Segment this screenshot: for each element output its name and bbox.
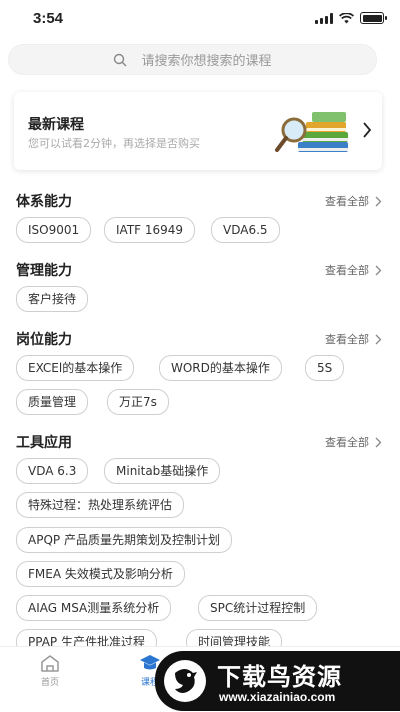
search-placeholder: 请搜索你想搜索的课程 (141, 54, 272, 69)
course-tag[interactable]: 5S (305, 355, 345, 381)
tab-home[interactable]: 首页 (20, 653, 80, 688)
tab-home-label: 首页 (40, 678, 59, 688)
search-icon (114, 53, 127, 66)
watermark-url: www.xiazainiao.com (219, 690, 336, 704)
signal-icon (315, 12, 333, 24)
home-icon (41, 655, 59, 672)
banner-title: 最新课程 (28, 117, 84, 133)
course-tag[interactable]: Minitab基础操作 (104, 458, 221, 484)
course-tag[interactable]: 客户接待 (16, 286, 89, 312)
course-tag[interactable]: FMEA 失效模式及影响分析 (16, 561, 185, 587)
latest-courses-card[interactable]: 最新课程 您可以试看2分钟，再选择是否购买 (14, 92, 382, 170)
search-bar[interactable]: 请搜索你想搜索的课程 (8, 44, 377, 75)
course-tag[interactable]: EXCEl的基本操作 (16, 355, 135, 381)
status-icons (315, 12, 387, 24)
view-all-label: 查看全部 (325, 333, 369, 346)
course-tag[interactable]: ISO9001 (16, 217, 92, 243)
chevron-right-icon (363, 122, 372, 138)
status-bar: 3:54 (0, 0, 400, 36)
wifi-icon (339, 12, 354, 23)
view-all-label: 查看全部 (325, 195, 369, 208)
course-tag[interactable]: 万正7s (107, 389, 169, 415)
section-title-management: 管理能力 (16, 263, 72, 279)
chevron-right-icon (375, 196, 382, 206)
chevron-right-icon (375, 437, 382, 447)
watermark-overlay: 下载鸟资源 www.xiazainiao.com (155, 651, 400, 711)
section-title-tools: 工具应用 (16, 435, 72, 451)
view-all-label: 查看全部 (325, 436, 369, 449)
course-tag[interactable]: VDA6.5 (211, 217, 280, 243)
course-tag[interactable]: SPC统计过程控制 (198, 595, 318, 621)
view-all-tools[interactable]: 查看全部 (325, 434, 382, 450)
view-all-label: 查看全部 (325, 264, 369, 277)
course-tag[interactable]: IATF 16949 (104, 217, 196, 243)
course-tag[interactable]: 特殊过程：热处理系统评估 (16, 492, 185, 518)
view-all-position[interactable]: 查看全部 (325, 331, 382, 347)
battery-icon (360, 12, 387, 24)
status-time: 3:54 (33, 10, 64, 27)
watermark-logo (164, 660, 206, 702)
chevron-right-icon (375, 334, 382, 344)
view-all-system[interactable]: 查看全部 (325, 193, 382, 209)
course-tag[interactable]: 质量管理 (16, 389, 89, 415)
view-all-management[interactable]: 查看全部 (325, 262, 382, 278)
section-title-position: 岗位能力 (16, 332, 72, 348)
books-magnifier-icon (275, 112, 348, 152)
course-tag[interactable]: AIAG MSA测量系统分析 (16, 595, 172, 621)
banner-subtitle: 您可以试看2分钟，再选择是否购买 (28, 137, 200, 150)
course-tag[interactable]: WORD的基本操作 (159, 355, 282, 381)
course-tag[interactable]: VDA 6.3 (16, 458, 89, 484)
course-tag[interactable]: APQP 产品质量先期策划及控制计划 (16, 527, 232, 553)
chevron-right-icon (375, 265, 382, 275)
watermark-title: 下载鸟资源 (217, 663, 342, 691)
section-title-system: 体系能力 (16, 194, 72, 210)
